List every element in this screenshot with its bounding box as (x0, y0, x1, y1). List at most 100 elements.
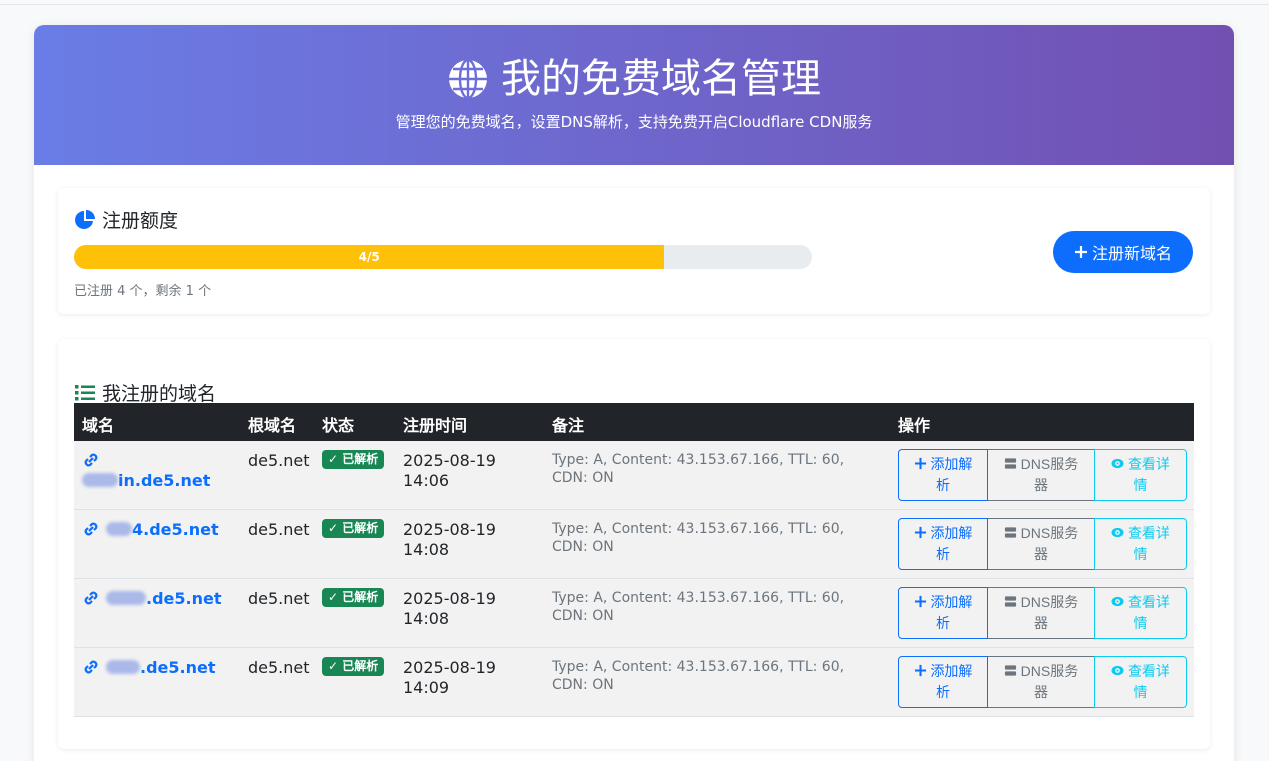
dns-label-2: 器 (1033, 684, 1048, 700)
domain-link[interactable]: 4.de5.net (82, 520, 242, 540)
domain-link[interactable]: .de5.net (82, 589, 242, 609)
col-time: 注册时间 (403, 416, 468, 435)
dns-label-2: 器 (1033, 615, 1048, 631)
top-divider (0, 4, 1269, 5)
eye-icon (1111, 458, 1124, 469)
view-details-button[interactable]: 查看详情 (1094, 518, 1187, 570)
dns-label-1: DNS服务 (1020, 594, 1079, 610)
eye-icon (1111, 527, 1124, 538)
server-icon (1004, 596, 1016, 607)
view-details-button[interactable]: 查看详情 (1094, 587, 1187, 639)
add-label-2: 析 (935, 477, 950, 493)
dns-label-1: DNS服务 (1020, 456, 1079, 472)
view-label-1: 查看详 (1127, 663, 1170, 679)
col-status: 状态 (322, 416, 355, 435)
add-record-button[interactable]: 添加解析 (898, 656, 988, 708)
link-icon (84, 522, 98, 536)
quota-panel: 注册额度 4/5 已注册 4 个，剩余 1 个 注册新域名 (58, 188, 1210, 314)
quota-note: 已注册 4 个，剩余 1 个 (74, 284, 212, 299)
server-icon (1004, 665, 1016, 676)
register-date: 2025-08-19 (403, 589, 496, 608)
table-row: in.de5.net de5.net ✓ 已解析 2025-08-19 14:06… (74, 441, 1194, 510)
col-note: 备注 (552, 416, 585, 435)
main-card: 我的免费域名管理 管理您的免费域名，设置DNS解析，支持免费开启Cloudfla… (34, 25, 1234, 761)
add-label-2: 析 (935, 684, 950, 700)
view-label-1: 查看详 (1127, 456, 1170, 472)
dns-servers-button[interactable]: DNS服务器 (988, 587, 1094, 639)
add-record-button[interactable]: 添加解析 (898, 449, 988, 501)
add-label-2: 析 (935, 615, 950, 631)
root-domain: de5.net (248, 451, 310, 470)
status-badge: ✓ 已解析 (322, 588, 385, 607)
view-details-button[interactable]: 查看详情 (1094, 449, 1187, 501)
status-badge: ✓ 已解析 (322, 657, 385, 676)
table-row: .de5.net de5.net ✓ 已解析 2025-08-19 14:08 T… (74, 579, 1194, 648)
register-clock: 14:08 (403, 540, 450, 559)
view-details-button[interactable]: 查看详情 (1094, 656, 1187, 708)
register-time: 2025-08-19 14:08 (403, 520, 496, 560)
dns-servers-button[interactable]: DNS服务器 (988, 656, 1094, 708)
plus-icon (914, 526, 926, 539)
register-time: 2025-08-19 14:09 (403, 658, 496, 698)
view-label-1: 查看详 (1127, 525, 1170, 541)
register-date: 2025-08-19 (403, 451, 496, 470)
eye-icon (1111, 596, 1124, 607)
domain-name: 4.de5.net (132, 520, 219, 539)
quota-title-text: 注册额度 (102, 210, 179, 232)
page-title: 我的免费域名管理 (34, 55, 1234, 103)
dns-servers-button[interactable]: DNS服务器 (988, 518, 1094, 570)
redacted-mark (82, 473, 118, 487)
list-icon (75, 384, 95, 400)
plus-icon (914, 664, 926, 677)
plus-icon (914, 457, 926, 470)
add-label-1: 添加解 (930, 594, 973, 610)
view-label-2: 情 (1133, 615, 1148, 631)
page-title-text: 我的免费域名管理 (501, 56, 821, 102)
server-icon (1004, 527, 1016, 538)
dns-label-2: 器 (1033, 546, 1048, 562)
dns-servers-button[interactable]: DNS服务器 (988, 449, 1094, 501)
domain-name: in.de5.net (118, 471, 211, 490)
table-row: 4.de5.net de5.net ✓ 已解析 2025-08-19 14:08 … (74, 510, 1194, 579)
redacted-mark (106, 522, 132, 536)
quota-progress-bar: 4/5 (74, 245, 812, 269)
record-note: Type: A, Content: 43.153.67.166, TTL: 60… (552, 590, 845, 624)
domains-title: 我注册的域名 (74, 379, 216, 406)
status-text: 已解析 (342, 452, 379, 466)
table-header: 域名 根域名 状态 注册时间 备注 操作 (74, 403, 1194, 441)
row-actions: 添加解析 DNS服务器 查看详情 (898, 587, 1187, 639)
col-root: 根域名 (248, 416, 297, 435)
row-actions: 添加解析 DNS服务器 查看详情 (898, 518, 1187, 570)
status-text: 已解析 (342, 659, 379, 673)
page-subtitle: 管理您的免费域名，设置DNS解析，支持免费开启Cloudflare CDN服务 (395, 113, 873, 131)
domain-name: .de5.net (146, 589, 222, 608)
hero-header: 我的免费域名管理 管理您的免费域名，设置DNS解析，支持免费开启Cloudfla… (34, 25, 1234, 165)
row-actions: 添加解析 DNS服务器 查看详情 (898, 656, 1187, 708)
register-domain-button[interactable]: 注册新域名 (1053, 231, 1193, 273)
domains-title-text: 我注册的域名 (102, 383, 217, 405)
record-note: Type: A, Content: 43.153.67.166, TTL: 60… (552, 452, 845, 486)
link-icon (84, 453, 98, 467)
globe-icon (449, 58, 487, 100)
register-time: 2025-08-19 14:06 (403, 451, 496, 491)
domain-name: .de5.net (140, 658, 216, 677)
add-label-1: 添加解 (930, 456, 973, 472)
dns-label-1: DNS服务 (1020, 525, 1079, 541)
add-record-button[interactable]: 添加解析 (898, 518, 988, 570)
record-note: Type: A, Content: 43.153.67.166, TTL: 60… (552, 659, 845, 693)
col-domain: 域名 (82, 416, 115, 435)
view-label-1: 查看详 (1127, 594, 1170, 610)
quota-title: 注册额度 (74, 206, 178, 233)
add-record-button[interactable]: 添加解析 (898, 587, 988, 639)
domain-link[interactable]: in.de5.net (82, 451, 242, 491)
status-text: 已解析 (342, 521, 379, 535)
quota-progress-fill: 4/5 (74, 245, 665, 269)
view-label-2: 情 (1133, 546, 1148, 562)
register-clock: 14:08 (403, 609, 450, 628)
register-clock: 14:09 (403, 678, 450, 697)
row-actions: 添加解析 DNS服务器 查看详情 (898, 449, 1187, 501)
dns-label-1: DNS服务 (1020, 663, 1079, 679)
domain-link[interactable]: .de5.net (82, 658, 242, 678)
root-domain: de5.net (248, 658, 310, 677)
redacted-mark (106, 591, 146, 605)
